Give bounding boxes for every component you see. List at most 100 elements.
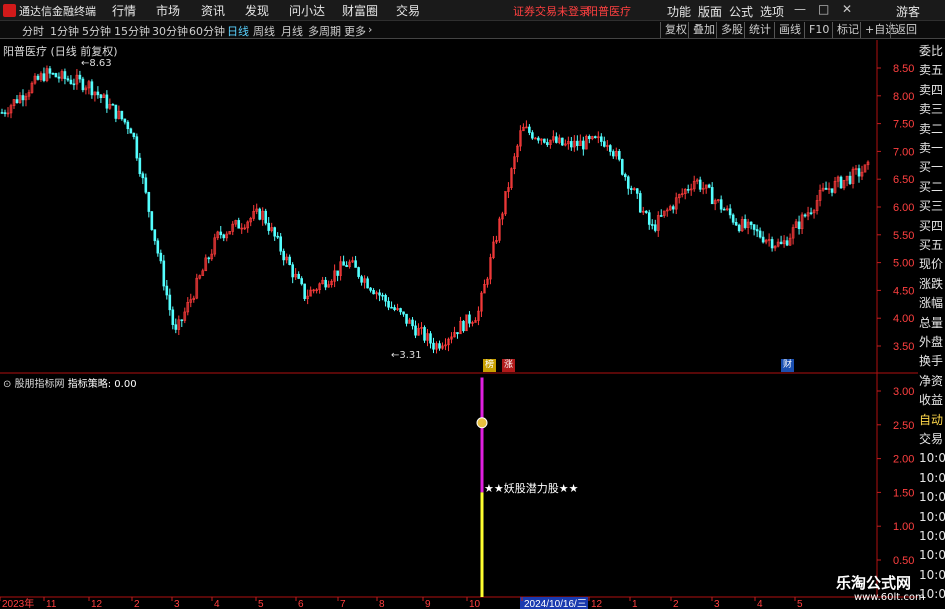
- candle-body: [264, 210, 267, 224]
- side-panel-item[interactable]: 10:04: [919, 471, 945, 486]
- side-panel-item[interactable]: 买三: [919, 199, 943, 214]
- candle-body: [159, 252, 163, 262]
- candle-body: [734, 221, 738, 226]
- tool-overlay[interactable]: 叠加: [688, 22, 715, 38]
- side-panel-item[interactable]: 10:04: [919, 529, 945, 544]
- side-panel-item[interactable]: 现价: [919, 257, 943, 272]
- tool-draw[interactable]: 画线: [774, 22, 801, 38]
- side-panel-item[interactable]: 10:04: [919, 490, 945, 505]
- candle-body: [405, 313, 408, 324]
- candle-body: [600, 136, 603, 142]
- side-panel-item[interactable]: 卖五: [919, 63, 943, 78]
- restore-icon[interactable]: □: [818, 2, 829, 16]
- tool-f10[interactable]: F10: [804, 22, 829, 38]
- candle-body: [48, 68, 52, 74]
- side-panel-item[interactable]: 自动: [919, 413, 943, 428]
- minimize-icon[interactable]: —: [794, 2, 806, 16]
- candle-body: [297, 273, 300, 279]
- watermark-name: 乐淘公式网: [836, 574, 912, 592]
- period-tab-multi[interactable]: 多周期: [308, 23, 341, 39]
- menu-item-quotes[interactable]: 行情: [112, 2, 136, 19]
- period-tab-15min[interactable]: 15分钟: [114, 23, 150, 39]
- menu-item-ask[interactable]: 问小达: [289, 2, 325, 19]
- side-panel-item[interactable]: 收益: [919, 393, 943, 408]
- candle-body: [623, 174, 627, 178]
- candle-body: [620, 159, 624, 175]
- side-panel-item[interactable]: 净资: [919, 374, 943, 389]
- period-tab-60min[interactable]: 60分钟: [189, 23, 225, 39]
- login-warning[interactable]: 证券交易未登录: [513, 3, 590, 19]
- candle-body: [809, 212, 813, 215]
- candle-body: [303, 283, 306, 299]
- main-chart-title: 阳普医疗 (日线 前复权): [3, 45, 118, 58]
- menu-item-market[interactable]: 市场: [156, 2, 180, 19]
- candle-body: [360, 276, 363, 283]
- candle-body: [432, 342, 435, 350]
- tool-adjust[interactable]: 复权: [660, 22, 687, 38]
- candle-body: [42, 73, 46, 81]
- period-tab-more[interactable]: 更多: [344, 23, 366, 39]
- side-panel-item[interactable]: 买一: [919, 160, 943, 175]
- period-tab-30min[interactable]: 30分钟: [152, 23, 188, 39]
- event-flag-finance[interactable]: 财: [781, 359, 794, 372]
- period-tab-intraday[interactable]: 分时: [22, 23, 44, 39]
- candle-body: [803, 214, 807, 217]
- candle-body: [686, 189, 690, 191]
- side-panel-item[interactable]: 总量: [919, 316, 943, 331]
- event-flag-limit-up[interactable]: 涨: [502, 359, 515, 372]
- side-panel-item[interactable]: 换手: [919, 354, 943, 369]
- side-panel-item[interactable]: 买四: [919, 219, 943, 234]
- tool-back[interactable]: 返回: [890, 22, 917, 38]
- menu-item-wealth[interactable]: 财富圈: [342, 2, 378, 19]
- side-panel-item[interactable]: 涨幅: [919, 296, 943, 311]
- candle-body: [207, 257, 211, 260]
- side-panel-item[interactable]: 交易: [919, 432, 943, 447]
- menu-options[interactable]: 选项: [760, 3, 784, 20]
- side-panel-item[interactable]: 卖二: [919, 122, 943, 137]
- side-panel-item[interactable]: 10:04: [919, 451, 945, 466]
- side-panel-item[interactable]: 外盘: [919, 335, 943, 350]
- candle-body: [144, 177, 148, 193]
- candle-body: [132, 132, 136, 137]
- period-tab-monthly[interactable]: 月线: [281, 23, 303, 39]
- trading-terminal: 通达信金融终端 行情 市场 资讯 发现 问小达 财富圈 交易 证券交易未登录 阳…: [0, 0, 945, 609]
- period-tab-1min[interactable]: 1分钟: [50, 23, 79, 39]
- menu-function[interactable]: 功能: [667, 3, 691, 20]
- side-panel-item[interactable]: 涨跌: [919, 277, 943, 292]
- side-panel-item[interactable]: 委比: [919, 44, 943, 59]
- menu-layout[interactable]: 版面: [698, 3, 722, 20]
- side-panel-item[interactable]: 卖一: [919, 141, 943, 156]
- menu-item-trade[interactable]: 交易: [396, 2, 420, 19]
- low-price-value: 3.31: [399, 350, 422, 361]
- tool-stats[interactable]: 统计: [744, 22, 771, 38]
- side-panel-item[interactable]: 10:04: [919, 548, 945, 563]
- side-panel-item[interactable]: 买二: [919, 180, 943, 195]
- side-panel-item[interactable]: 买五: [919, 238, 943, 253]
- candle-body: [462, 320, 465, 332]
- candle-body: [468, 314, 471, 324]
- candle-body: [570, 141, 573, 148]
- menu-item-news[interactable]: 资讯: [201, 2, 225, 19]
- date-tick-label: 2: [673, 599, 679, 609]
- tool-mark[interactable]: 标记: [832, 22, 859, 38]
- indicator-name[interactable]: 股朋指标网: [15, 379, 65, 390]
- event-flag-rank[interactable]: 榜: [483, 359, 496, 372]
- chart-area[interactable]: 8.50 8.00 7.50 7.00 6.50 6.00 5.50 5.00 4.50 4.00…: [0, 40, 918, 609]
- date-tick-label: 12: [591, 599, 603, 609]
- chevron-right-icon[interactable]: ›: [368, 23, 372, 36]
- tool-multi-stock[interactable]: 多股: [716, 22, 743, 38]
- side-panel-item[interactable]: 卖四: [919, 83, 943, 98]
- period-tab-5min[interactable]: 5分钟: [82, 23, 111, 39]
- side-panel-item[interactable]: 10:05: [919, 568, 945, 583]
- close-icon[interactable]: ✕: [842, 2, 852, 16]
- period-tab-daily[interactable]: 日线: [227, 23, 249, 39]
- menu-formula[interactable]: 公式: [729, 3, 753, 20]
- period-tab-weekly[interactable]: 周线: [253, 23, 275, 39]
- candle-body: [96, 91, 100, 96]
- price-tick-label: 5.50: [893, 230, 914, 242]
- menu-guest[interactable]: 游客: [896, 3, 920, 20]
- side-panel-item[interactable]: 10:04: [919, 510, 945, 525]
- collapse-icon[interactable]: ⊙: [3, 379, 15, 390]
- side-panel-item[interactable]: 卖三: [919, 102, 943, 117]
- menu-item-discover[interactable]: 发现: [245, 2, 269, 19]
